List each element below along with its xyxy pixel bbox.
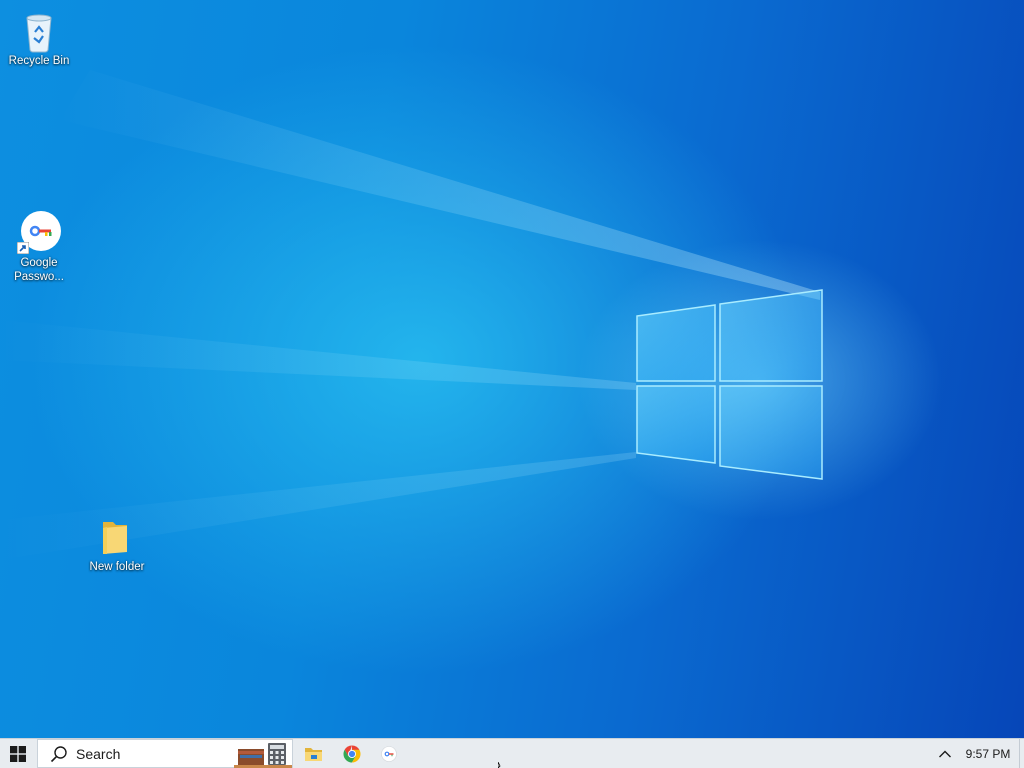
desktop-icon-google-password-manager[interactable]: Google Passwo... bbox=[2, 210, 76, 284]
mouse-cursor bbox=[498, 762, 501, 768]
search-placeholder: Search bbox=[76, 745, 121, 762]
search-highlight-art bbox=[234, 743, 292, 768]
search-icon bbox=[48, 744, 70, 764]
desktop-icon-label: Recycle Bin bbox=[8, 55, 70, 67]
clock[interactable]: 9:57 PM bbox=[960, 739, 1016, 768]
show-desktop-button[interactable] bbox=[1019, 739, 1024, 768]
desktop-icon-new-folder[interactable]: New folder bbox=[80, 514, 154, 574]
chrome-icon bbox=[343, 745, 361, 762]
desktop-icon-label: Google Passwo... bbox=[14, 257, 64, 283]
windows-logo-wallpaper bbox=[636, 289, 823, 480]
taskbar-app-google-password-manager[interactable] bbox=[371, 739, 407, 768]
desktop-icon-label: New folder bbox=[89, 561, 145, 573]
taskbar-app-chrome[interactable] bbox=[334, 739, 370, 768]
google-password-manager-icon bbox=[17, 210, 61, 254]
chevron-up-icon bbox=[939, 750, 951, 757]
folder-icon bbox=[95, 514, 139, 558]
file-explorer-icon bbox=[305, 747, 322, 761]
desktop-icon-recycle-bin[interactable]: Recycle Bin bbox=[2, 8, 76, 68]
recycle-bin-icon bbox=[17, 8, 61, 53]
google-password-manager-icon bbox=[381, 745, 397, 762]
wallpaper bbox=[0, 70, 823, 560]
windows-logo-icon bbox=[10, 745, 26, 762]
start-button[interactable] bbox=[0, 739, 36, 768]
taskbar: Search 9:57 PM bbox=[0, 738, 1024, 768]
show-hidden-icons-button[interactable] bbox=[932, 739, 958, 768]
taskbar-app-file-explorer[interactable] bbox=[296, 739, 332, 768]
search-input[interactable]: Search bbox=[37, 739, 293, 768]
shortcut-arrow-icon bbox=[17, 242, 29, 254]
desktop[interactable]: Recycle Bin Google Passwo... New folder bbox=[0, 0, 1024, 738]
